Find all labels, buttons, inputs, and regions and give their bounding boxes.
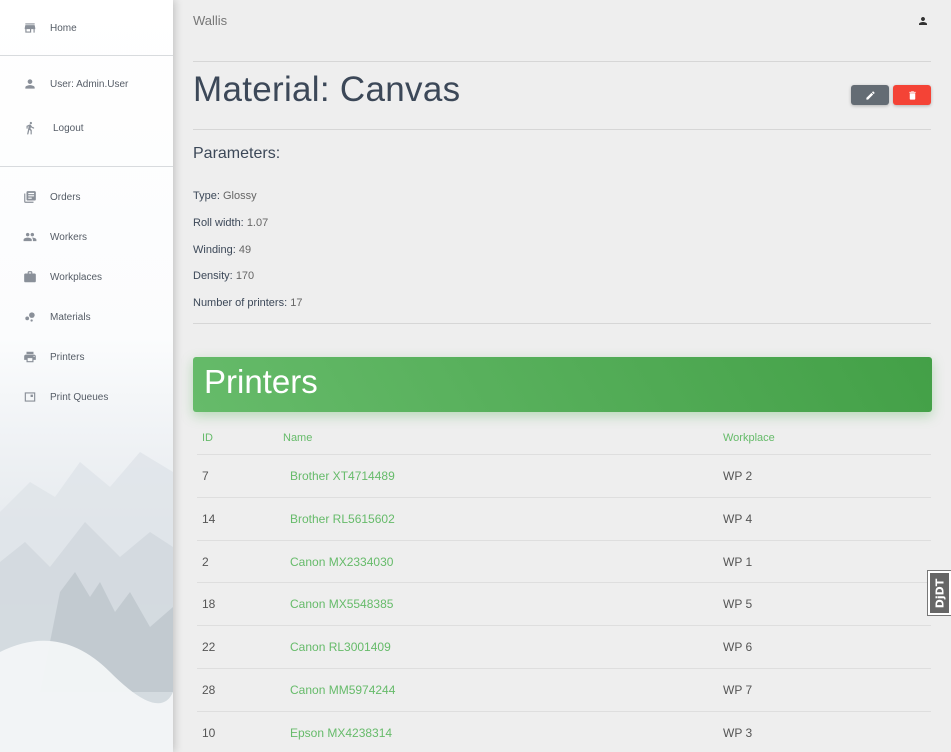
- delete-button[interactable]: [893, 85, 931, 105]
- table-row: 7 Brother XT4714489 WP 2: [197, 454, 931, 497]
- param-value: 1.07: [246, 217, 269, 229]
- cell-id: 10: [202, 726, 216, 740]
- sidebar-item-workplaces[interactable]: Workplaces: [0, 262, 173, 292]
- brand-title[interactable]: Wallis: [193, 13, 227, 28]
- queue-icon: [22, 389, 38, 405]
- param-value: 49: [238, 244, 252, 256]
- sidebar-item-home[interactable]: Home: [0, 13, 173, 43]
- briefcase-icon: [22, 269, 38, 285]
- printer-link[interactable]: Brother RL5615602: [290, 512, 395, 526]
- divider: [193, 61, 931, 62]
- cell-workplace: WP 4: [723, 512, 753, 526]
- sidebar-item-user[interactable]: User: Admin.User: [0, 69, 173, 99]
- cell-workplace: WP 6: [723, 640, 753, 654]
- run-icon: [22, 120, 38, 136]
- table-row: 2 Canon MX2334030 WP 1: [197, 540, 931, 583]
- trash-icon: [908, 90, 916, 100]
- cell-workplace: WP 2: [723, 469, 753, 483]
- pencil-icon: [865, 90, 875, 100]
- sidebar-item-label: Workplaces: [50, 271, 103, 283]
- sidebar-item-label: Logout: [53, 122, 84, 134]
- person-icon: [22, 76, 38, 92]
- sidebar-divider: [0, 55, 173, 56]
- table-row: 10 Epson MX4238314 WP 3: [197, 711, 931, 752]
- bubble-chart-icon: [22, 309, 38, 325]
- param-label: Density:: [193, 270, 233, 282]
- sidebar-background-image: [0, 452, 173, 752]
- sidebar-item-label: Workers: [50, 231, 88, 243]
- parameters-heading: Parameters:: [193, 145, 281, 162]
- column-header-name: Name: [283, 432, 313, 444]
- param-value: 170: [235, 270, 255, 282]
- sidebar-item-label: Print Queues: [50, 391, 109, 403]
- sidebar-item-logout[interactable]: Logout: [0, 113, 173, 143]
- sidebar-item-label: Materials: [50, 311, 91, 323]
- table-row: 18 Canon MX5548385 WP 5: [197, 582, 931, 625]
- table-row: 22 Canon RL3001409 WP 6: [197, 625, 931, 668]
- debug-toolbar-handle[interactable]: DjDT: [927, 570, 951, 616]
- sidebar-item-label: User: Admin.User: [50, 78, 129, 90]
- cell-id: 7: [202, 469, 209, 483]
- sidebar-item-workers[interactable]: Workers: [0, 222, 173, 252]
- page-title: Material: Canvas: [193, 70, 461, 109]
- cell-workplace: WP 1: [723, 555, 753, 569]
- sidebar-item-label: Printers: [50, 351, 85, 363]
- param-label: Roll width:: [193, 217, 244, 229]
- sidebar-item-print-queues[interactable]: Print Queues: [0, 382, 173, 412]
- table-row: 28 Canon MM5974244 WP 7: [197, 668, 931, 711]
- cell-id: 14: [202, 512, 216, 526]
- printer-link[interactable]: Canon MX2334030: [290, 555, 393, 569]
- table-row: 14 Brother RL5615602 WP 4: [197, 497, 931, 540]
- param-density: Density: 170: [193, 270, 254, 282]
- divider: [193, 129, 931, 130]
- sidebar-divider: [0, 166, 173, 167]
- param-label: Type:: [193, 190, 220, 202]
- printer-link[interactable]: Canon RL3001409: [290, 640, 391, 654]
- sidebar-item-orders[interactable]: Orders: [0, 182, 173, 212]
- divider: [193, 323, 931, 324]
- cell-workplace: WP 5: [723, 597, 753, 611]
- printers-title: Printers: [204, 363, 318, 400]
- cell-workplace: WP 3: [723, 726, 753, 740]
- cell-id: 28: [202, 683, 216, 697]
- column-header-workplace: Workplace: [723, 432, 775, 444]
- param-type: Type: Glossy: [193, 190, 257, 202]
- cell-id: 22: [202, 640, 216, 654]
- param-number-of-printers: Number of printers: 17: [193, 297, 302, 309]
- store-icon: [22, 20, 38, 36]
- debug-toolbar-label: DjDT: [933, 578, 947, 608]
- cell-id: 18: [202, 597, 216, 611]
- cell-workplace: WP 7: [723, 683, 753, 697]
- printer-link[interactable]: Canon MM5974244: [290, 683, 395, 697]
- printer-link[interactable]: Epson MX4238314: [290, 726, 392, 740]
- param-winding: Winding: 49: [193, 244, 251, 256]
- sidebar-item-materials[interactable]: Materials: [0, 302, 173, 332]
- printer-link[interactable]: Canon MX5548385: [290, 597, 393, 611]
- sidebar-item-label: Orders: [50, 191, 81, 203]
- print-icon: [22, 349, 38, 365]
- edit-button[interactable]: [851, 85, 889, 105]
- param-value: 17: [290, 297, 303, 309]
- library-books-icon: [22, 189, 38, 205]
- printers-card-header: Printers: [193, 357, 932, 412]
- param-value: Glossy: [222, 190, 257, 202]
- param-label: Winding:: [193, 244, 236, 256]
- people-icon: [22, 229, 38, 245]
- sidebar: Home User: Admin.User Logout Orders Work…: [0, 0, 173, 752]
- printer-link[interactable]: Brother XT4714489: [290, 469, 395, 483]
- param-label: Number of printers:: [193, 297, 288, 309]
- cell-id: 2: [202, 555, 209, 569]
- column-header-id: ID: [202, 432, 213, 444]
- param-roll-width: Roll width: 1.07: [193, 217, 268, 229]
- person-icon[interactable]: [917, 14, 929, 26]
- sidebar-item-printers[interactable]: Printers: [0, 342, 173, 372]
- sidebar-item-label: Home: [50, 22, 77, 34]
